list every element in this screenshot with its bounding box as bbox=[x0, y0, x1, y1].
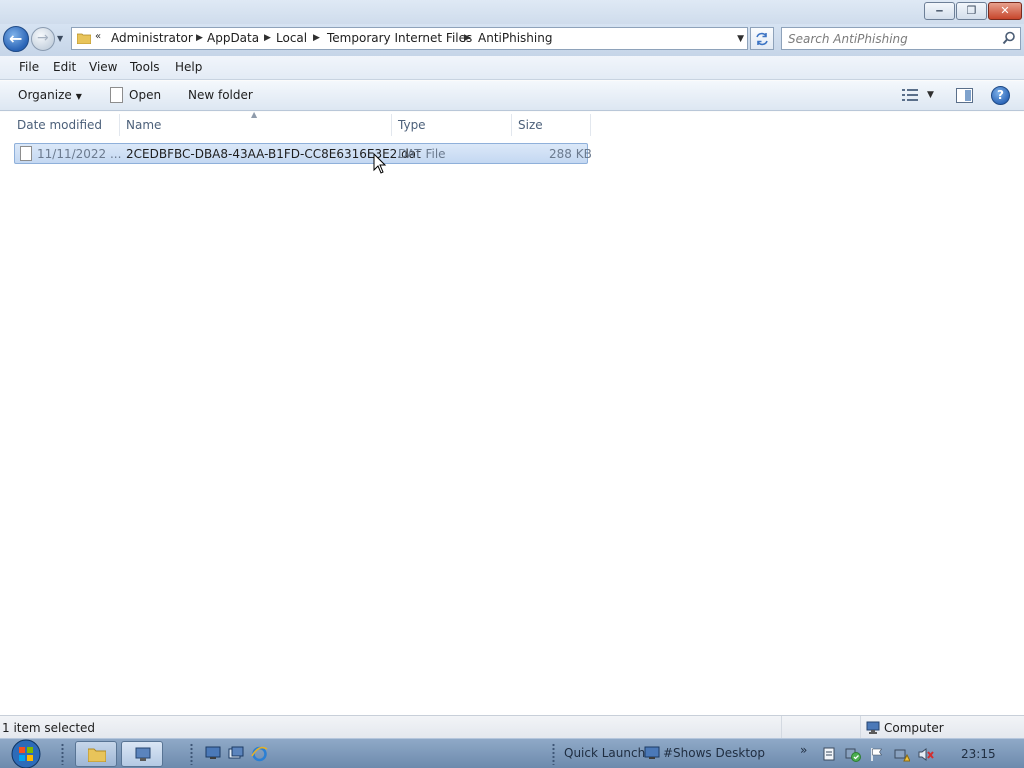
taskbar-grip[interactable] bbox=[60, 743, 65, 765]
folder-icon bbox=[77, 33, 91, 44]
folder-icon bbox=[88, 748, 106, 762]
taskbar: Quick Launch #Shows Desktop » 23:15 bbox=[0, 738, 1024, 768]
breadcrumb-separator-icon[interactable]: ▶ bbox=[196, 33, 203, 43]
taskbar-grip[interactable] bbox=[551, 743, 556, 765]
menu-bar: File Edit View Tools Help bbox=[0, 56, 1024, 80]
column-header-name[interactable]: Name bbox=[126, 114, 161, 136]
restore-icon: ❐ bbox=[966, 4, 977, 17]
open-file-icon bbox=[110, 87, 123, 103]
forward-arrow-icon: → bbox=[37, 30, 49, 46]
breadcrumb-antiphishing[interactable]: AntiPhishing bbox=[478, 31, 552, 45]
breadcrumb-local[interactable]: Local bbox=[276, 31, 307, 45]
help-icon[interactable]: ? bbox=[991, 86, 1010, 105]
refresh-icon bbox=[756, 32, 768, 46]
restore-button[interactable]: ❐ bbox=[956, 2, 987, 20]
network-warning-icon[interactable] bbox=[894, 747, 910, 762]
quick-launch-toolbar[interactable]: Quick Launch bbox=[564, 746, 645, 760]
file-list-pane[interactable]: Date modified ▲ Name Type Size 11/11/202… bbox=[0, 110, 1024, 715]
file-row[interactable]: 11/11/2022 ... 2CEDBFBC-DBA8-43AA-B1FD-C… bbox=[14, 143, 592, 164]
organize-button[interactable]: Organize ▼ bbox=[18, 88, 82, 102]
status-divider bbox=[781, 716, 782, 738]
recent-pages-dropdown-icon[interactable]: ▼ bbox=[57, 34, 67, 44]
show-desktop-icon[interactable] bbox=[205, 746, 221, 760]
column-header-type[interactable]: Type bbox=[398, 114, 426, 136]
menu-help[interactable]: Help bbox=[175, 60, 202, 74]
preview-pane-icon[interactable] bbox=[956, 88, 973, 103]
breadcrumb-appdata[interactable]: AppData bbox=[207, 31, 259, 45]
caption-buttons: ‒ ❐ ✕ bbox=[923, 2, 1022, 20]
desktop-icon[interactable] bbox=[644, 746, 660, 760]
column-divider[interactable] bbox=[511, 114, 512, 136]
menu-edit[interactable]: Edit bbox=[53, 60, 76, 74]
organize-dropdown-icon: ▼ bbox=[75, 92, 82, 101]
navigation-bar: ← → ▼ « Administrator ▶ AppData ▶ Local … bbox=[0, 24, 1024, 56]
explorer-taskbar-button[interactable] bbox=[75, 741, 117, 767]
address-dropdown-icon[interactable]: ▼ bbox=[737, 34, 744, 44]
search-box[interactable] bbox=[781, 27, 1021, 50]
menu-file[interactable]: File bbox=[19, 60, 39, 74]
taskbar-grip[interactable] bbox=[189, 743, 194, 765]
close-button[interactable]: ✕ bbox=[988, 2, 1022, 20]
system-clock[interactable]: 23:15 bbox=[961, 747, 996, 761]
search-icon[interactable] bbox=[1002, 31, 1016, 45]
file-type: DAT File bbox=[398, 147, 446, 161]
breadcrumb-separator-icon[interactable]: ▶ bbox=[464, 33, 471, 43]
views-icon[interactable] bbox=[902, 89, 918, 101]
breadcrumb-temporary-internet-files[interactable]: Temporary Internet Files bbox=[327, 31, 472, 45]
breadcrumb-administrator[interactable]: Administrator bbox=[111, 31, 193, 45]
column-divider[interactable] bbox=[590, 114, 591, 136]
back-arrow-icon: ← bbox=[9, 29, 23, 48]
column-header-date-modified[interactable]: Date modified bbox=[17, 114, 102, 136]
file-size: 288 KB bbox=[549, 147, 592, 161]
column-divider[interactable] bbox=[119, 114, 120, 136]
document-tray-icon[interactable] bbox=[823, 747, 835, 761]
toolbar-overflow-chevron[interactable]: » bbox=[800, 743, 807, 757]
file-icon bbox=[20, 146, 32, 161]
views-dropdown-icon[interactable]: ▼ bbox=[927, 90, 934, 100]
menu-view[interactable]: View bbox=[89, 60, 117, 74]
title-bar: ‒ ❐ ✕ bbox=[0, 0, 1024, 24]
breadcrumb-separator-icon[interactable]: ▶ bbox=[264, 33, 271, 43]
security-tray-icon[interactable] bbox=[845, 747, 861, 762]
computer-icon bbox=[866, 721, 880, 734]
organize-label: Organize bbox=[18, 88, 72, 102]
switch-windows-icon[interactable] bbox=[228, 746, 244, 760]
menu-tools[interactable]: Tools bbox=[130, 60, 160, 74]
new-folder-button[interactable]: New folder bbox=[188, 88, 253, 102]
status-bar: 1 item selected Computer bbox=[0, 715, 1024, 738]
sort-ascending-icon: ▲ bbox=[251, 110, 258, 119]
close-icon: ✕ bbox=[1000, 4, 1010, 17]
back-button[interactable]: ← bbox=[3, 26, 29, 52]
selection-status: 1 item selected bbox=[2, 721, 96, 735]
location-status: Computer bbox=[884, 721, 944, 735]
volume-muted-icon[interactable] bbox=[918, 747, 934, 762]
column-header-size[interactable]: Size bbox=[518, 114, 543, 136]
file-date-modified: 11/11/2022 ... bbox=[37, 147, 122, 161]
refresh-button[interactable] bbox=[750, 27, 774, 50]
search-input[interactable] bbox=[788, 30, 998, 47]
minimize-button[interactable]: ‒ bbox=[924, 2, 955, 20]
breadcrumb-overflow[interactable]: « bbox=[95, 31, 101, 42]
status-divider bbox=[860, 716, 861, 738]
forward-button[interactable]: → bbox=[31, 27, 55, 51]
start-button-icon[interactable] bbox=[8, 739, 44, 768]
command-bar: Organize ▼ Open New folder ▼ ? bbox=[0, 81, 1024, 111]
open-button[interactable]: Open bbox=[129, 88, 161, 102]
server-manager-icon bbox=[135, 747, 151, 761]
internet-explorer-icon[interactable] bbox=[251, 746, 268, 762]
mouse-cursor-icon bbox=[373, 153, 387, 174]
action-center-flag-icon[interactable] bbox=[870, 747, 884, 762]
shows-desktop-link[interactable]: #Shows Desktop bbox=[663, 746, 765, 760]
address-bar[interactable]: « Administrator ▶ AppData ▶ Local ▶ Temp… bbox=[71, 27, 748, 50]
column-divider[interactable] bbox=[391, 114, 392, 136]
server-manager-taskbar-button[interactable] bbox=[121, 741, 163, 767]
breadcrumb-separator-icon[interactable]: ▶ bbox=[313, 33, 320, 43]
minimize-icon: ‒ bbox=[935, 4, 944, 17]
